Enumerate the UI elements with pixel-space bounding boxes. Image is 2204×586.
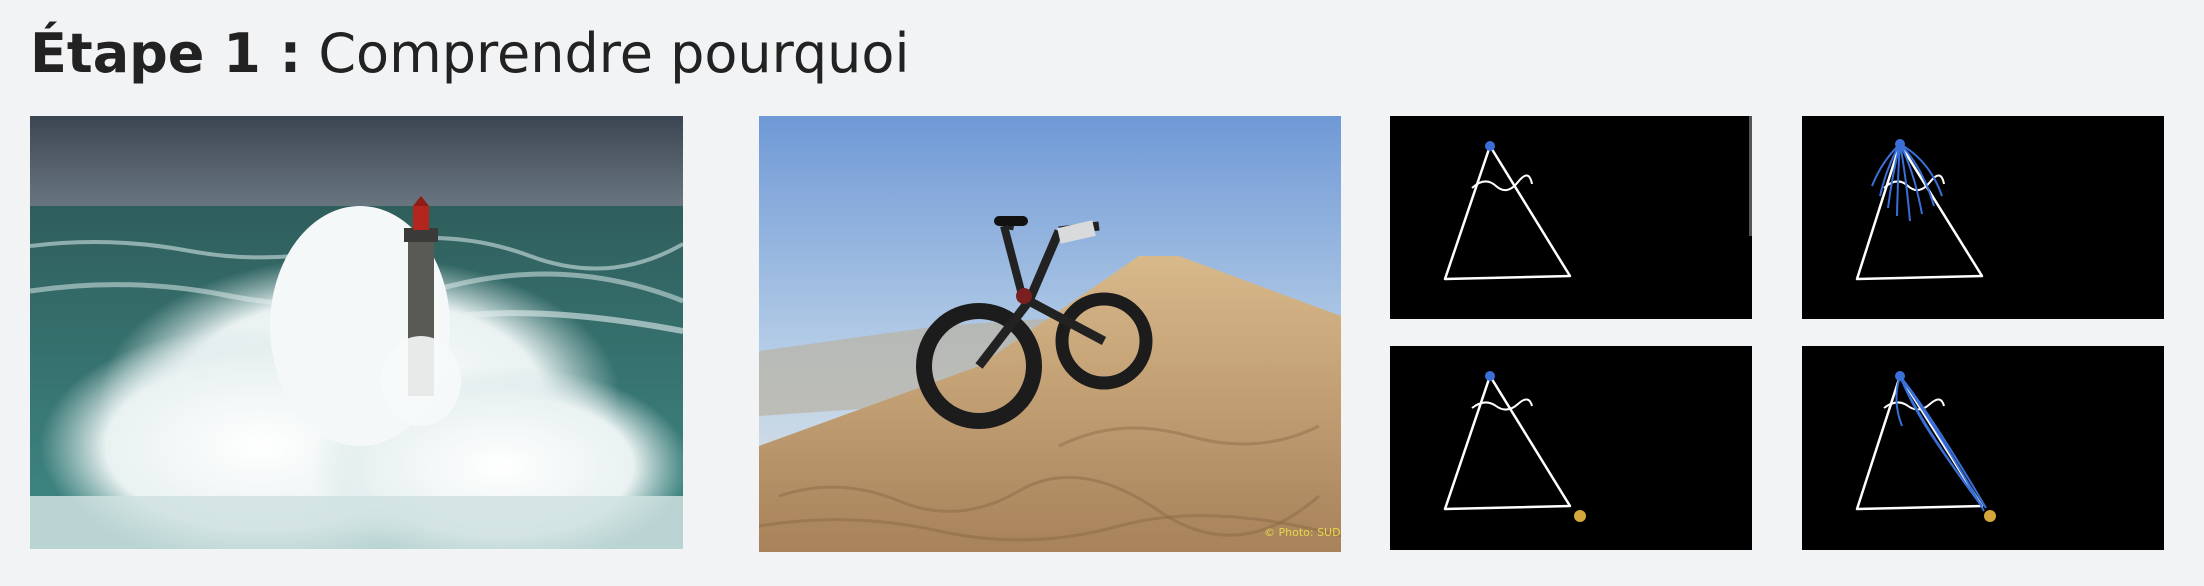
mountain-sketch-paths-to-end	[1802, 346, 2164, 550]
slide-title-text: Comprendre pourquoi	[301, 22, 910, 85]
mountain-sketch-paths	[1802, 116, 2164, 319]
start-point-marker	[1485, 141, 1495, 151]
start-point-marker	[1485, 371, 1495, 381]
bike-photo-watermark: © Photo: SUD	[1264, 526, 1341, 539]
bike-dune-photo: © Photo: SUD	[759, 116, 1341, 552]
mountain-sketch-start-end	[1390, 346, 1752, 550]
slide-title-step: Étape 1 :	[30, 22, 302, 85]
end-point-marker	[1984, 510, 1996, 522]
lighthouse-photo	[30, 116, 683, 549]
mountain-sketch-start	[1390, 116, 1752, 319]
end-point-marker	[1574, 510, 1586, 522]
start-point-marker	[1895, 139, 1905, 149]
start-point-marker	[1895, 371, 1905, 381]
slide-title: Étape 1 : Comprendre pourquoi	[30, 14, 909, 94]
